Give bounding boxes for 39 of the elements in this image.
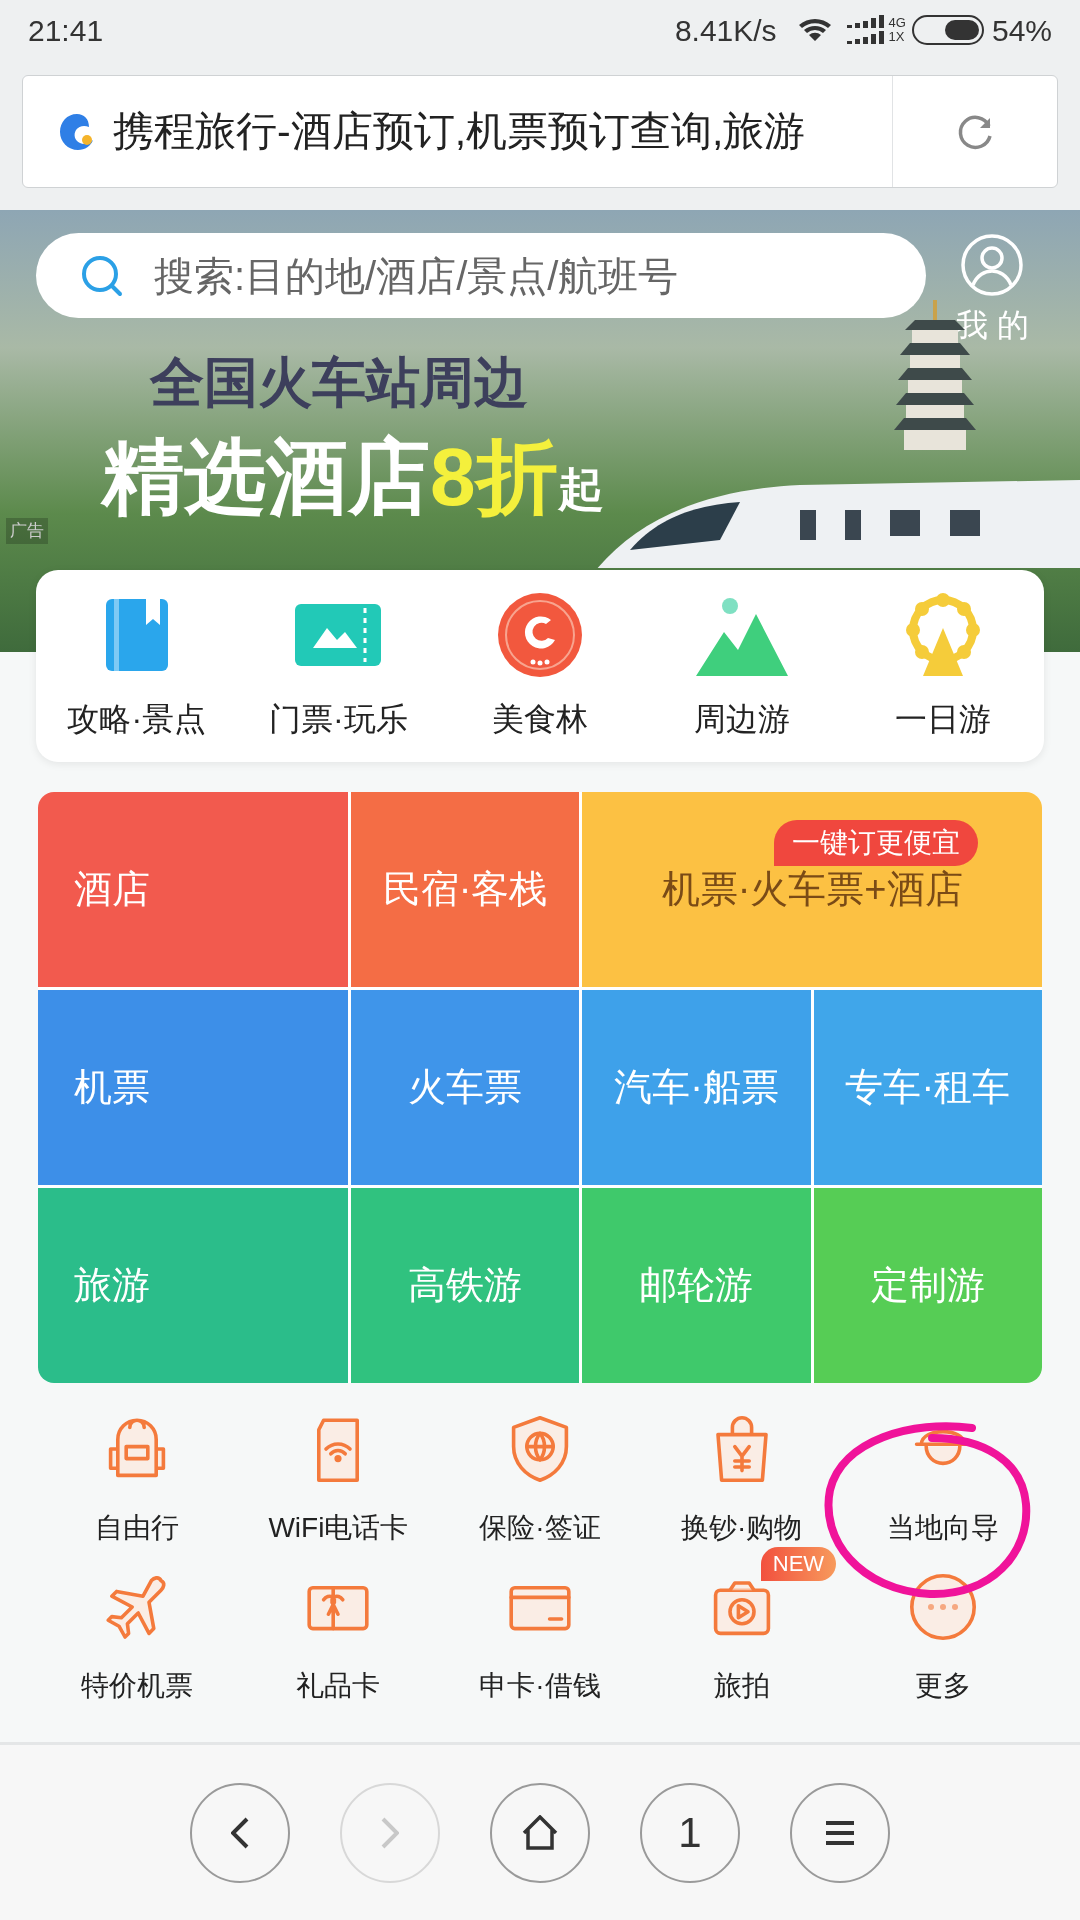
ad-label: 广告 (6, 518, 48, 544)
battery-percent: 54% (991, 12, 1052, 49)
quick-link[interactable]: 美食林 (439, 589, 641, 743)
banner-ad[interactable]: 搜索:目的地/酒店/景点/航班号 我 的 全国火车站周边 精选酒店8折起 广告 攻略·景点 门票·玩乐 美食林 周边游 一日游 (0, 210, 1080, 762)
service-item[interactable]: 申卡·借钱 (479, 1571, 601, 1707)
service-item[interactable]: 特价机票 (80, 1571, 193, 1707)
home-button[interactable] (490, 1782, 590, 1883)
quick-link[interactable]: 门票·玩乐 (237, 589, 440, 743)
back-button[interactable] (190, 1782, 290, 1883)
battery-icon (911, 15, 984, 45)
quick-link[interactable]: 周边游 (640, 589, 843, 743)
status-time: 21:41 (28, 12, 104, 49)
user-icon (960, 233, 1025, 297)
search-field[interactable]: 搜索:目的地/酒店/景点/航班号 (154, 245, 882, 306)
network-type: 4G (888, 16, 906, 30)
tabs-button[interactable]: 1 (640, 1782, 740, 1883)
forward-icon (381, 1816, 399, 1849)
home-icon (522, 1815, 558, 1850)
signal-icon (846, 15, 885, 45)
search-icon (80, 253, 124, 298)
service-item[interactable]: 更多 (907, 1571, 980, 1707)
service-item[interactable]: 保险·签证 (479, 1413, 601, 1549)
service-item[interactable]: 自由行 (94, 1413, 179, 1549)
network-type: 1X (888, 30, 906, 44)
service-item[interactable]: 礼品卡 (296, 1571, 381, 1707)
banner-tagline: 精选酒店8折起 (102, 430, 604, 524)
quick-link[interactable]: 攻略·景点 (36, 589, 238, 743)
banner-headline: 全国火车站周边 (150, 351, 528, 414)
network-speed: 8.41K/s (674, 12, 777, 49)
menu-button[interactable] (790, 1782, 890, 1883)
new-badge: NEW (760, 1547, 837, 1581)
quick-link[interactable]: 一日游 (842, 589, 1044, 743)
service-item[interactable]: WiFi电话卡 (268, 1413, 409, 1549)
promo-badge: 一键订更便宜 (774, 820, 978, 866)
back-icon (231, 1816, 249, 1849)
menu-icon (824, 1820, 856, 1845)
service-item[interactable]: 换钞·购物 (680, 1413, 803, 1549)
service-item[interactable]: 当地向导 (887, 1413, 1000, 1549)
search-bar[interactable]: 搜索:目的地/酒店/景点/航班号 (36, 233, 926, 318)
